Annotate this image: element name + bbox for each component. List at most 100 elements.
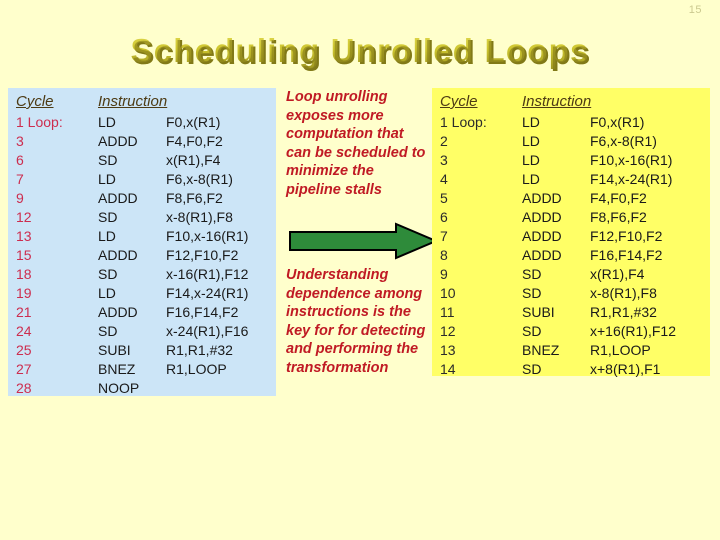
cell-opcode: SD [522, 323, 542, 339]
cell-cycle: 3 [440, 152, 448, 168]
cell-operands: x+16(R1),F12 [590, 323, 676, 339]
cell-operands: R1,LOOP [166, 361, 227, 377]
cell-cycle: 4 [440, 171, 448, 187]
cell-cycle: 27 [16, 361, 32, 377]
cell-operands: F6,x-8(R1) [166, 171, 233, 187]
cell-operands: F6,x-8(R1) [590, 133, 657, 149]
cell-operands: x+8(R1),F1 [590, 361, 661, 377]
cell-operands: F0,x(R1) [590, 114, 645, 130]
cell-opcode: ADDD [522, 209, 562, 225]
cell-cycle: 13 [16, 228, 32, 244]
cell-cycle: 19 [16, 285, 32, 301]
table-row: 27 BNEZ R1,LOOP [16, 362, 272, 381]
cell-cycle: 18 [16, 266, 32, 282]
left-code-body: 1 Loop: LD F0,x(R1) 3 ADDD F4,F0,F2 6 SD x(R1),F… [16, 115, 272, 400]
table-row: 18 SD x-16(R1),F12 [16, 267, 272, 286]
cell-operands: F16,F14,F2 [590, 247, 663, 263]
table-row: 12 SD x-8(R1),F8 [16, 210, 272, 229]
middle-paragraph-2: Understanding dependence among instructi… [286, 267, 426, 376]
cell-cycle: 1 Loop: [440, 114, 487, 130]
cell-cycle: 6 [16, 152, 24, 168]
cell-cycle: 13 [440, 342, 456, 358]
cell-opcode: LD [522, 114, 540, 130]
table-row: 12 SD x+16(R1),F12 [440, 324, 706, 343]
cell-opcode: ADDD [522, 247, 562, 263]
table-header-row: Cycle Instruction [440, 94, 706, 115]
table-row: 14 SD x+8(R1),F1 [440, 362, 706, 381]
table-row: 1 Loop: LD F0,x(R1) [440, 115, 706, 134]
table-row: 13 BNEZ R1,LOOP [440, 343, 706, 362]
cell-cycle: 12 [440, 323, 456, 339]
cell-opcode: LD [98, 114, 116, 130]
table-row: 19 LD F14,x-24(R1) [16, 286, 272, 305]
table-row: 1 Loop: LD F0,x(R1) [16, 115, 272, 134]
cell-cycle: 24 [16, 323, 32, 339]
cell-cycle: 11 [440, 304, 455, 320]
cell-opcode: LD [522, 171, 540, 187]
cell-operands: F8,F6,F2 [590, 209, 647, 225]
cell-operands: F4,F0,F2 [590, 190, 647, 206]
table-row: 9 ADDD F8,F6,F2 [16, 191, 272, 210]
cell-opcode: ADDD [98, 304, 138, 320]
cell-cycle: 2 [440, 133, 448, 149]
cell-opcode: SD [522, 361, 542, 377]
cell-opcode: ADDD [98, 190, 138, 206]
cell-opcode: ADDD [98, 247, 138, 263]
cell-operands: R1,LOOP [590, 342, 651, 358]
cell-opcode: LD [98, 285, 116, 301]
cell-operands: x-16(R1),F12 [166, 266, 249, 282]
slide-canvas: 15 Scheduling Unrolled Loops Scheduling … [0, 0, 720, 540]
column-header-cycle: Cycle [440, 93, 478, 110]
cell-opcode: SD [98, 323, 118, 339]
table-row: 8 ADDD F16,F14,F2 [440, 248, 706, 267]
column-header-instruction: Instruction [522, 93, 592, 110]
cell-operands: x-24(R1),F16 [166, 323, 249, 339]
green-right-arrow [288, 222, 439, 260]
table-row: 6 SD x(R1),F4 [16, 153, 272, 172]
cell-operands: F4,F0,F2 [166, 133, 223, 149]
cell-operands: F14,x-24(R1) [166, 285, 249, 301]
cell-opcode: NOOP [98, 380, 140, 396]
cell-opcode: SD [98, 266, 118, 282]
cell-cycle: 15 [16, 247, 32, 263]
cell-cycle: 28 [16, 380, 32, 396]
table-row: 4 LD F14,x-24(R1) [440, 172, 706, 191]
cell-opcode: ADDD [98, 133, 138, 149]
cell-opcode: SD [522, 285, 542, 301]
cell-operands: F10,x-16(R1) [166, 228, 249, 244]
table-row: 2 LD F6,x-8(R1) [440, 134, 706, 153]
cell-operands [166, 381, 272, 400]
table-row: 13 LD F10,x-16(R1) [16, 229, 272, 248]
right-code-body: 1 Loop: LD F0,x(R1) 2 LD F6,x-8(R1) 3 LD F10,x-1… [440, 115, 706, 381]
cell-operands: x(R1),F4 [166, 152, 221, 168]
cell-opcode: LD [522, 133, 540, 149]
table-row: 7 LD F6,x-8(R1) [16, 172, 272, 191]
cell-cycle: 8 [440, 247, 448, 263]
cell-operands: x-8(R1),F8 [590, 285, 657, 301]
cell-cycle: 9 [440, 266, 448, 282]
cell-cycle: 1 Loop: [16, 114, 63, 130]
cell-operands: F12,F10,F2 [590, 228, 663, 244]
cell-opcode: SUBI [98, 342, 131, 358]
table-row: 10 SD x-8(R1),F8 [440, 286, 706, 305]
cell-operands: x(R1),F4 [590, 266, 645, 282]
cell-cycle: 14 [440, 361, 456, 377]
cell-operands: R1,R1,#32 [166, 342, 233, 358]
table-row: 24 SD x-24(R1),F16 [16, 324, 272, 343]
table-row: 21 ADDD F16,F14,F2 [16, 305, 272, 324]
column-header-instruction: Instruction [98, 93, 168, 110]
left-code-table: Cycle Instruction 1 Loop: LD F0,x(R1) 3 ADDD… [16, 94, 272, 400]
cell-opcode: LD [98, 228, 116, 244]
cell-operands: x-8(R1),F8 [166, 209, 233, 225]
cell-opcode: SD [98, 209, 118, 225]
cell-operands: F14,x-24(R1) [590, 171, 673, 187]
cell-opcode: ADDD [522, 190, 562, 206]
table-row: 6 ADDD F8,F6,F2 [440, 210, 706, 229]
cell-opcode: SD [522, 266, 542, 282]
cell-cycle: 6 [440, 209, 448, 225]
cell-cycle: 12 [16, 209, 32, 225]
table-header-row: Cycle Instruction [16, 94, 272, 115]
cell-cycle: 5 [440, 190, 448, 206]
cell-cycle: 9 [16, 190, 24, 206]
cell-operands: F0,x(R1) [166, 114, 221, 130]
